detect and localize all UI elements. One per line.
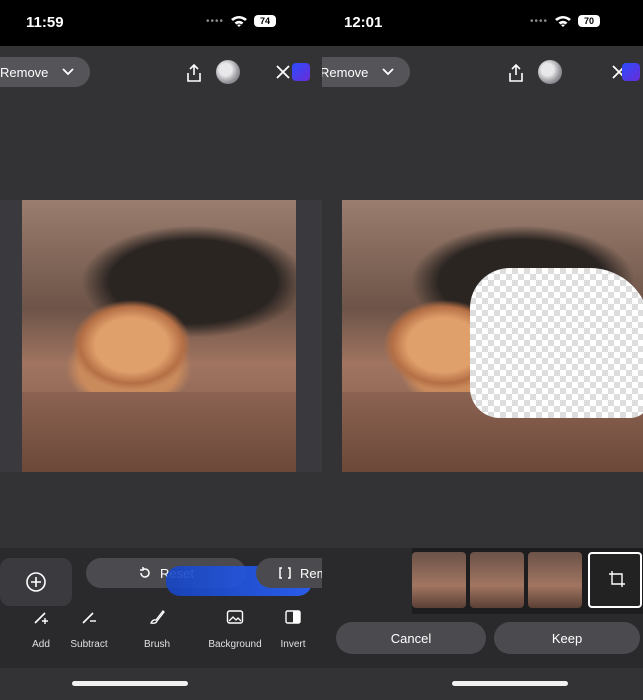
- chevron-down-icon: [62, 68, 75, 76]
- wifi-icon: [555, 16, 572, 27]
- remove-mode-label: Remove: [322, 64, 369, 80]
- crop-icon: [609, 571, 625, 587]
- variation-thumb[interactable]: [528, 552, 582, 608]
- app-badge-icon: [292, 63, 310, 81]
- top-toolbar: Remove: [0, 46, 322, 98]
- status-bar: 11:59 •••• 74: [0, 0, 322, 46]
- remove-button[interactable]: Remove: [256, 558, 322, 588]
- tool-brush[interactable]: Brush: [128, 608, 186, 652]
- brush-icon: [150, 610, 165, 624]
- add-brush-icon: [34, 612, 48, 624]
- share-icon[interactable]: [508, 64, 524, 82]
- profile-avatar[interactable]: [538, 60, 562, 84]
- battery-icon: 74: [254, 15, 277, 27]
- variation-strip: [412, 548, 643, 614]
- left-screen: 11:59 •••• 74 Remove Reset Remove: [0, 0, 322, 700]
- keep-button[interactable]: Keep: [494, 622, 640, 654]
- remove-bracket-icon: [279, 567, 291, 579]
- photo-canvas[interactable]: [342, 200, 643, 472]
- tool-background[interactable]: Background: [206, 608, 264, 652]
- subtract-brush-icon: [82, 612, 96, 624]
- remove-mode-label: Remove: [0, 64, 49, 80]
- app-badge-icon: [622, 63, 640, 81]
- photo-canvas[interactable]: [0, 200, 322, 472]
- status-time: 12:01: [344, 14, 383, 31]
- tool-invert[interactable]: Invert: [264, 608, 322, 652]
- remove-mode-dropdown[interactable]: Remove: [0, 57, 91, 87]
- plus-circle-icon: [26, 572, 46, 592]
- wifi-icon: [231, 16, 248, 27]
- home-indicator[interactable]: [72, 681, 188, 686]
- remove-mode-dropdown[interactable]: Remove: [322, 57, 411, 87]
- home-indicator[interactable]: [452, 681, 568, 686]
- variation-thumb[interactable]: [470, 552, 524, 608]
- status-time: 11:59: [26, 14, 64, 31]
- variation-thumb[interactable]: [412, 552, 466, 608]
- battery-icon: 70: [578, 15, 601, 27]
- tool-row: Add Subtract Brush Background Invert: [0, 608, 322, 654]
- variation-thumb-selected[interactable]: [588, 552, 642, 608]
- chevron-down-icon: [382, 68, 395, 76]
- cat-subject: [60, 290, 190, 390]
- tool-subtract[interactable]: Subtract: [60, 608, 118, 652]
- signal-icon: ••••: [530, 15, 549, 27]
- profile-avatar[interactable]: [216, 60, 240, 84]
- transparent-area: [470, 268, 643, 418]
- background-icon: [226, 610, 244, 624]
- close-icon[interactable]: [276, 65, 290, 79]
- invert-icon: [285, 610, 301, 624]
- right-screen: 12:01 •••• 70 Remove Cancel Keep: [322, 0, 643, 700]
- add-layer-button[interactable]: [0, 558, 72, 606]
- top-toolbar: Remove: [322, 46, 643, 98]
- status-bar: 12:01 •••• 70: [322, 0, 643, 46]
- reset-icon: [140, 567, 150, 578]
- share-icon[interactable]: [186, 64, 202, 82]
- cancel-button[interactable]: Cancel: [336, 622, 486, 654]
- signal-icon: ••••: [206, 15, 225, 27]
